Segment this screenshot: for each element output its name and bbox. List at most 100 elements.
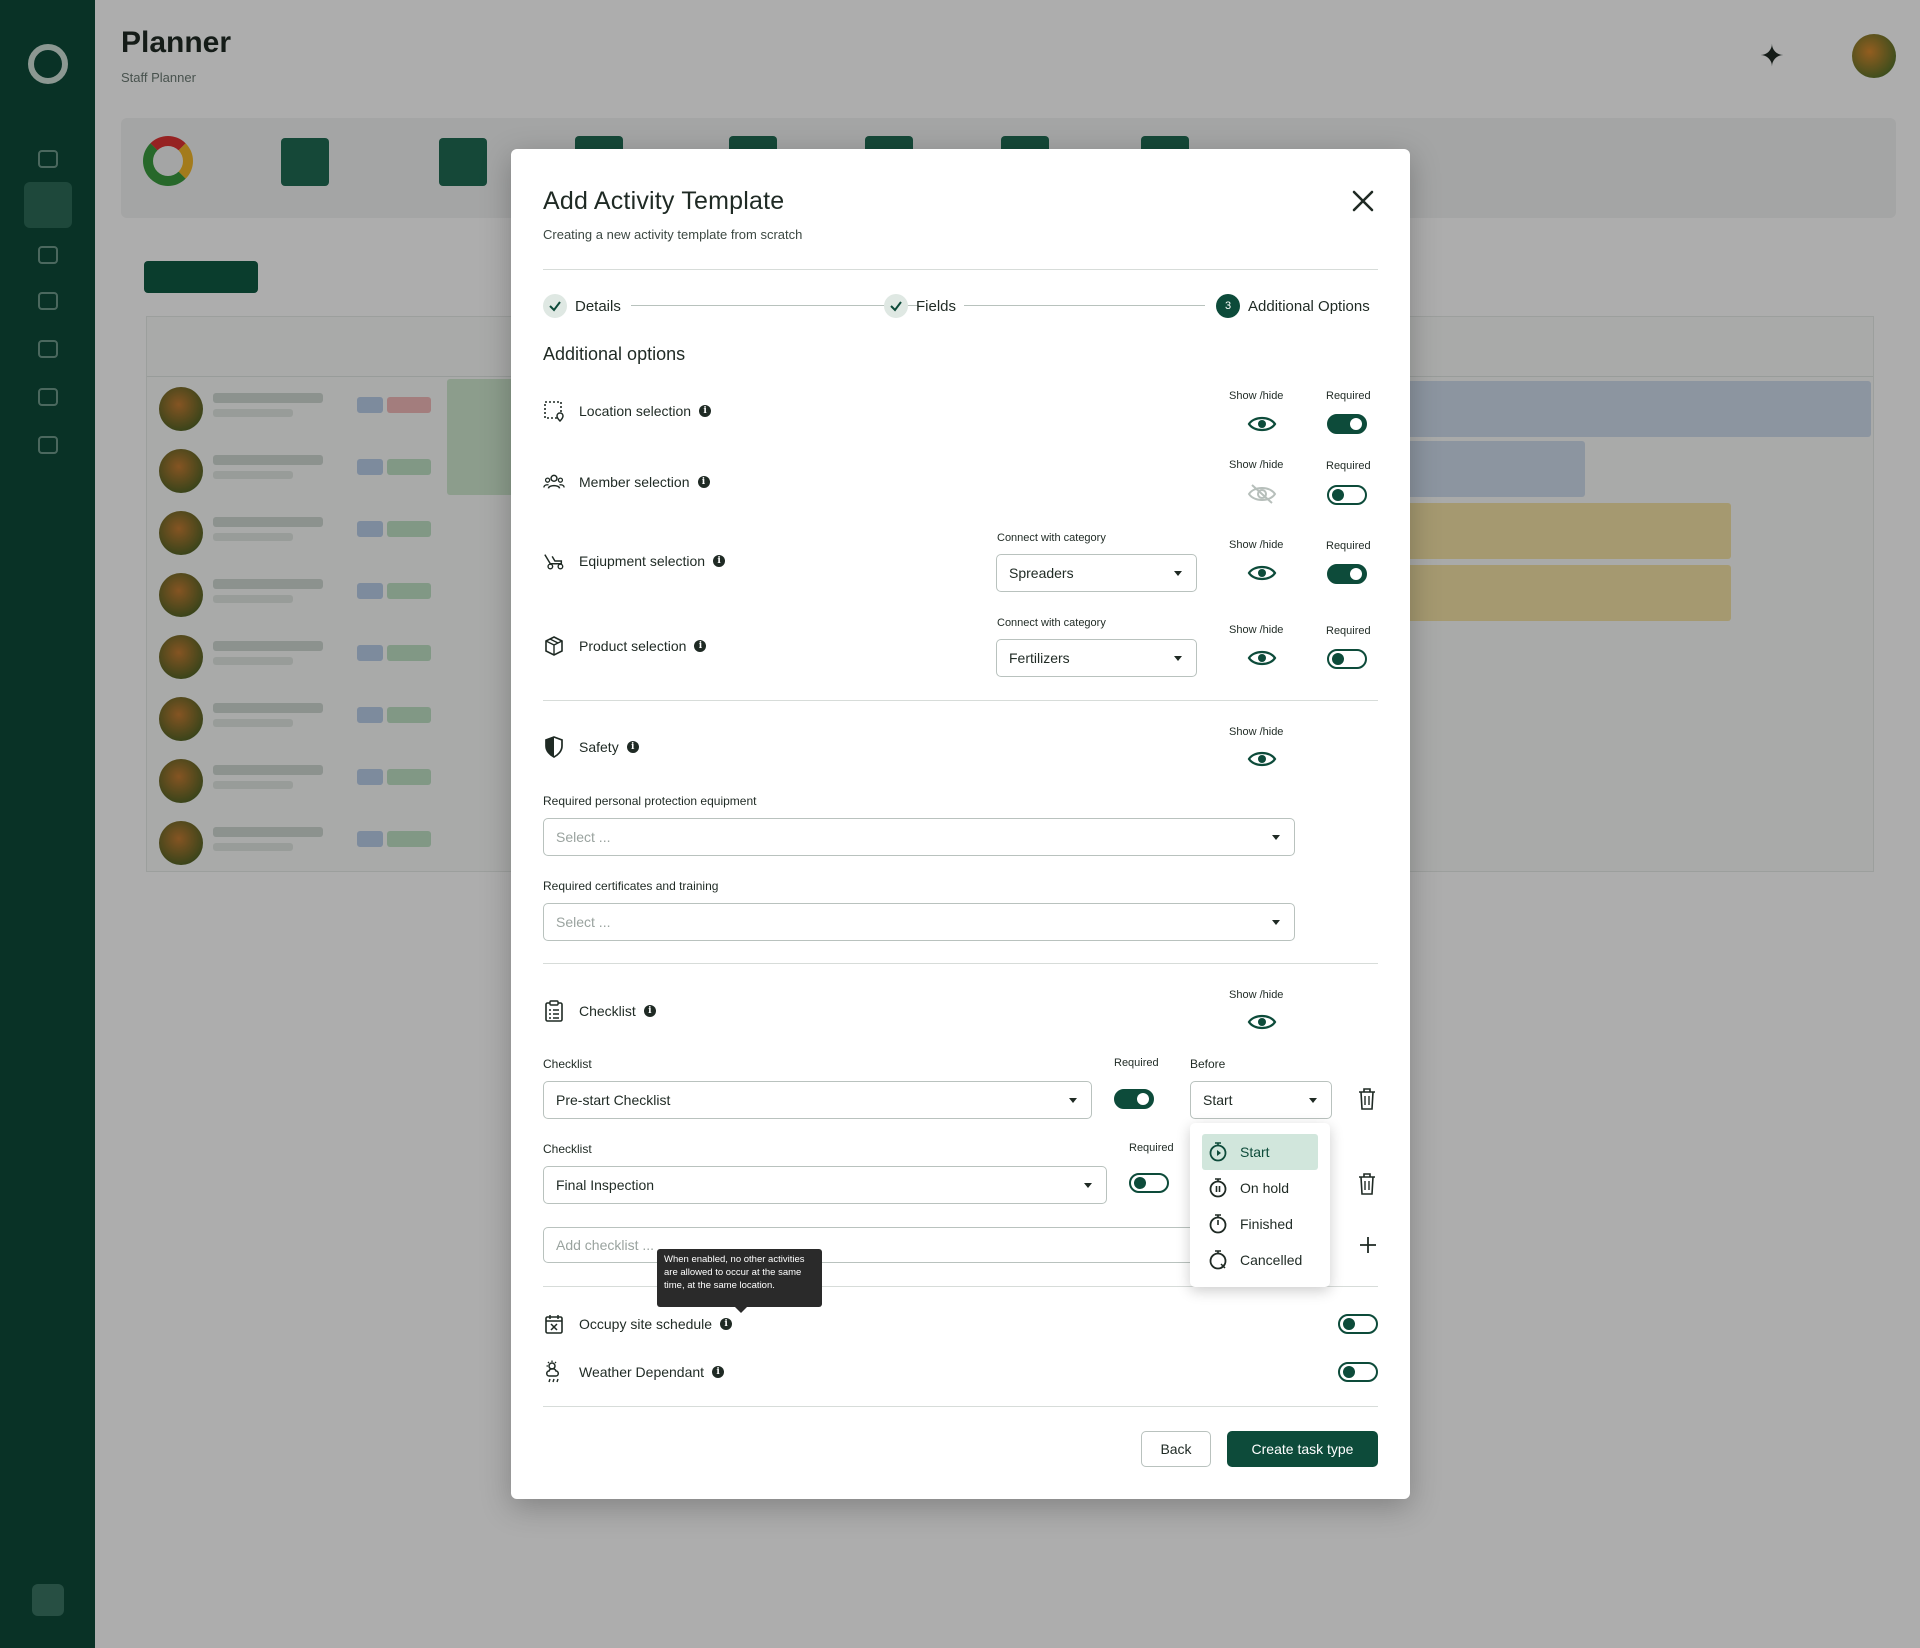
- plus-icon[interactable]: [1357, 1234, 1379, 1256]
- product-required-toggle[interactable]: [1327, 649, 1367, 669]
- step-additional-options[interactable]: 3 Additional Options: [1216, 294, 1370, 318]
- add-checklist-input[interactable]: Add checklist ...: [543, 1227, 1205, 1263]
- info-icon[interactable]: i: [697, 476, 710, 488]
- show-hide-label: Show /hide: [1229, 539, 1284, 551]
- occupy-site-schedule-row: Occupy site schedule i: [543, 1313, 733, 1335]
- equipment-icon: [543, 550, 565, 572]
- timer-finished-icon: [1209, 1214, 1227, 1234]
- equipment-category-select[interactable]: Spreaders: [996, 554, 1197, 592]
- add-activity-template-dialog: Add Activity Template Creating a new act…: [511, 149, 1410, 1499]
- info-icon[interactable]: i: [713, 555, 726, 567]
- certificates-select[interactable]: Select ...: [543, 903, 1295, 941]
- eye-icon[interactable]: [1247, 1011, 1277, 1033]
- ppe-label: Required personal protection equipment: [543, 794, 757, 808]
- timer-start-icon: [1209, 1142, 1227, 1162]
- menu-item-on-hold[interactable]: On hold: [1202, 1170, 1318, 1206]
- occupy-tooltip: When enabled, no other activities are al…: [657, 1249, 822, 1313]
- trash-icon[interactable]: [1356, 1172, 1378, 1196]
- option-label: Member selection: [579, 474, 690, 490]
- required-label: Required: [1326, 540, 1371, 552]
- show-hide-label: Show /hide: [1229, 390, 1284, 402]
- box-icon: [543, 635, 565, 657]
- timer-cancelled-icon: [1209, 1250, 1227, 1270]
- location-selection-icon: [543, 400, 565, 422]
- before-select-1[interactable]: Start: [1190, 1081, 1332, 1119]
- required-label: Required: [1326, 625, 1371, 637]
- checklist-1-required-toggle[interactable]: [1114, 1089, 1154, 1109]
- member-required-toggle[interactable]: [1327, 485, 1367, 505]
- checklist-select-2[interactable]: Final Inspection: [543, 1166, 1107, 1204]
- occupy-site-schedule-toggle[interactable]: [1338, 1314, 1378, 1334]
- show-hide-label: Show /hide: [1229, 989, 1284, 1001]
- show-hide-label: Show /hide: [1229, 624, 1284, 636]
- divider: [543, 1406, 1378, 1407]
- show-hide-label: Show /hide: [1229, 726, 1284, 738]
- info-icon[interactable]: i: [643, 1005, 656, 1017]
- shield-icon: [543, 736, 565, 758]
- calendar-x-icon: [543, 1313, 565, 1335]
- certificates-label: Required certificates and training: [543, 879, 719, 893]
- step-fields[interactable]: Fields: [884, 294, 956, 318]
- required-label: Required: [1326, 460, 1371, 472]
- menu-item-start[interactable]: Start: [1202, 1134, 1318, 1170]
- connect-category-label: Connect with category: [997, 617, 1106, 629]
- checklist-row: Checklist i: [543, 1000, 656, 1022]
- step-number: 3: [1216, 294, 1240, 318]
- chevron-down-icon: [1174, 656, 1182, 661]
- eye-off-icon[interactable]: [1247, 483, 1277, 505]
- step-connector: [964, 305, 1205, 306]
- required-label: Required: [1129, 1142, 1174, 1154]
- eye-icon[interactable]: [1247, 748, 1277, 770]
- show-hide-label: Show /hide: [1229, 459, 1284, 471]
- eye-icon[interactable]: [1247, 562, 1277, 584]
- location-selection-row: Location selection i: [543, 400, 712, 422]
- safety-label: Safety: [579, 739, 619, 755]
- step-details[interactable]: Details: [543, 294, 621, 318]
- equipment-selection-row: Eqiupment selection i: [543, 550, 726, 572]
- info-icon[interactable]: i: [694, 640, 707, 652]
- members-icon: [543, 471, 565, 493]
- weather-icon: [543, 1360, 565, 1383]
- close-icon[interactable]: [1349, 187, 1377, 215]
- create-task-type-button[interactable]: Create task type: [1227, 1431, 1378, 1467]
- chevron-down-icon: [1084, 1183, 1092, 1188]
- checklist-select-1[interactable]: Pre-start Checklist: [543, 1081, 1092, 1119]
- eye-icon[interactable]: [1247, 647, 1277, 669]
- info-icon[interactable]: i: [720, 1318, 733, 1330]
- member-selection-row: Member selection i: [543, 471, 710, 493]
- option-label: Product selection: [579, 638, 687, 654]
- info-icon[interactable]: i: [712, 1366, 725, 1378]
- equipment-required-toggle[interactable]: [1327, 564, 1367, 584]
- checklist-field-label: Checklist: [543, 1142, 592, 1156]
- step-label: Fields: [916, 297, 957, 315]
- chevron-down-icon: [1272, 920, 1280, 925]
- checklist-2-required-toggle[interactable]: [1129, 1173, 1169, 1193]
- occupy-label: Occupy site schedule: [579, 1316, 713, 1332]
- location-required-toggle[interactable]: [1327, 414, 1367, 434]
- option-label: Eqiupment selection: [579, 553, 706, 569]
- trash-icon[interactable]: [1356, 1087, 1378, 1111]
- info-icon[interactable]: i: [626, 741, 639, 753]
- dialog-subtitle: Creating a new activity template from sc…: [543, 227, 803, 242]
- step-connector: [631, 305, 919, 306]
- step-label: Details: [575, 297, 621, 315]
- back-button[interactable]: Back: [1141, 1431, 1211, 1467]
- divider: [543, 700, 1378, 701]
- weather-dependant-row: Weather Dependant i: [543, 1360, 725, 1383]
- ppe-select[interactable]: Select ...: [543, 818, 1295, 856]
- chevron-down-icon: [1069, 1098, 1077, 1103]
- option-label: Location selection: [579, 403, 692, 419]
- checklist-label: Checklist: [579, 1003, 636, 1019]
- weather-dependant-toggle[interactable]: [1338, 1362, 1378, 1382]
- step-label: Additional Options: [1248, 297, 1370, 315]
- check-icon: [543, 294, 567, 318]
- chevron-down-icon: [1309, 1098, 1317, 1103]
- checklist-field-label: Checklist: [543, 1057, 592, 1071]
- connect-category-label: Connect with category: [997, 532, 1106, 544]
- eye-icon[interactable]: [1247, 413, 1277, 435]
- menu-item-cancelled[interactable]: Cancelled: [1202, 1242, 1318, 1278]
- menu-item-finished[interactable]: Finished: [1202, 1206, 1318, 1242]
- info-icon[interactable]: i: [699, 405, 712, 417]
- chevron-down-icon: [1174, 571, 1182, 576]
- product-category-select[interactable]: Fertilizers: [996, 639, 1197, 677]
